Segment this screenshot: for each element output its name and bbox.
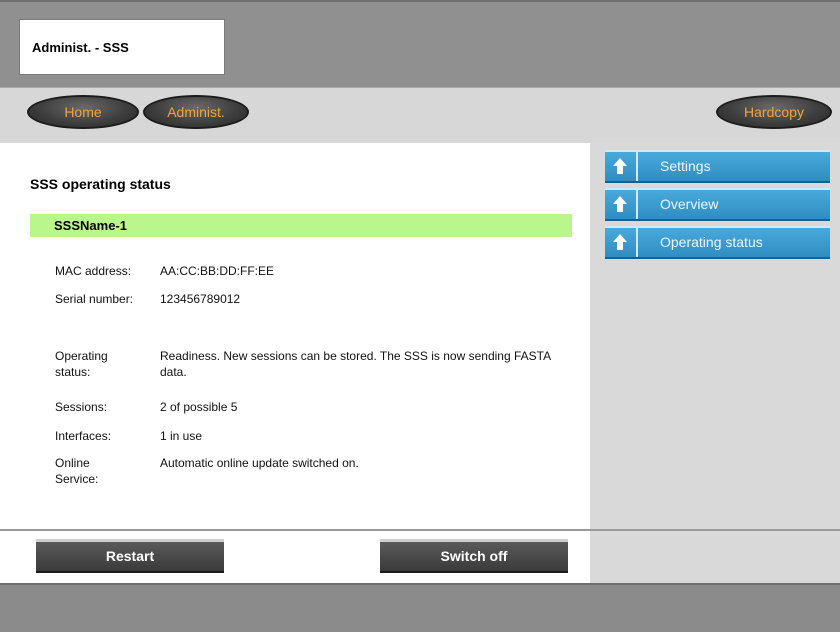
sidebar-item-label: Overview <box>660 196 719 212</box>
up-arrow-icon <box>605 228 638 257</box>
hardcopy-button[interactable]: Hardcopy <box>716 95 832 129</box>
sidebar-item-label: Operating status <box>660 234 763 250</box>
online-service-label: Online Service: <box>55 456 99 486</box>
window-title: Administ. - SSS <box>32 40 129 55</box>
window-title-box: Administ. - SSS <box>19 19 225 75</box>
status-bar <box>0 583 840 632</box>
serial-number-value: 123456789012 <box>160 292 241 306</box>
restart-button[interactable]: Restart <box>36 539 224 573</box>
sessions-value: 2 of possible 5 <box>160 400 238 414</box>
title-bar: Administ. - SSS <box>0 0 840 87</box>
mac-address-value: AA:CC:BB:DD:FF:EE <box>160 264 275 278</box>
switch-off-button[interactable]: Switch off <box>380 539 568 573</box>
up-arrow-icon <box>605 152 638 181</box>
serial-number-label: Serial number: <box>55 292 134 306</box>
action-bar-side <box>590 529 840 583</box>
operating-status-value: Readiness. New sessions can be stored. T… <box>160 349 551 379</box>
interfaces-value: 1 in use <box>160 429 203 443</box>
device-name-bar: SSSName-1 <box>30 214 572 237</box>
sessions-label: Sessions: <box>55 400 108 414</box>
sidebar-item-settings[interactable]: Settings <box>605 150 830 183</box>
mac-address-label: MAC address: <box>55 264 132 278</box>
interfaces-label: Interfaces: <box>55 429 112 443</box>
home-button[interactable]: Home <box>27 95 139 129</box>
main-content: SSS operating status SSSName-1 MAC addre… <box>0 143 590 529</box>
action-bar: Restart Switch off <box>0 529 590 583</box>
sidebar-item-operating-status[interactable]: Operating status <box>605 226 830 259</box>
page-title: SSS operating status <box>30 176 171 192</box>
online-service-value: Automatic online update switched on. <box>160 456 359 470</box>
sidebar-item-overview[interactable]: Overview <box>605 188 830 221</box>
administ-button[interactable]: Administ. <box>143 95 249 129</box>
up-arrow-icon <box>605 190 638 219</box>
sidebar-item-label: Settings <box>660 158 711 174</box>
nav-bar: Home Administ. Hardcopy <box>0 87 840 143</box>
device-name: SSSName-1 <box>54 218 127 233</box>
operating-status-label: Operating status: <box>55 349 108 379</box>
